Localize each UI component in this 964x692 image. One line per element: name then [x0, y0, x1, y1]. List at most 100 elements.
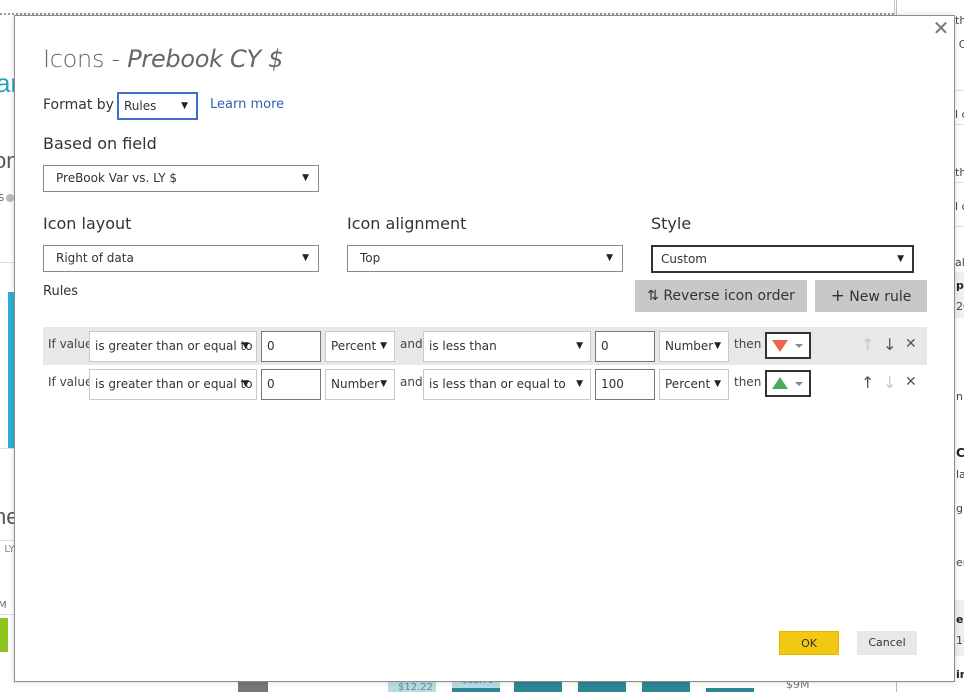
icon-alignment-value: Top: [360, 251, 381, 265]
ok-button[interactable]: OK: [779, 631, 839, 655]
icon-layout-select[interactable]: Right of data ▼: [43, 245, 319, 272]
style-value: Custom: [661, 252, 707, 266]
rule-value-2-input[interactable]: 0: [595, 331, 655, 362]
close-icon[interactable]: ✕: [931, 18, 951, 38]
right-panel-text: l c: [955, 200, 964, 213]
right-panel-text: ea: [956, 613, 964, 626]
report-divider: [0, 540, 14, 541]
icon-alignment-label: Icon alignment: [347, 214, 467, 233]
rule-value-1-input[interactable]: 0: [261, 331, 321, 362]
right-panel-text: C: [956, 446, 964, 460]
rule-value-2-input[interactable]: 100: [595, 369, 655, 400]
rule-value-1-input[interactable]: 0: [261, 369, 321, 400]
dialog-title: Icons - Prebook CY $: [43, 45, 283, 73]
right-panel-text: pt: [956, 279, 964, 292]
right-panel-text: al: [955, 256, 964, 269]
report-bar: [706, 688, 754, 692]
and-label: and: [400, 337, 423, 351]
move-up-icon[interactable]: ↑: [861, 373, 874, 392]
reverse-icon-order-label: Reverse icon order: [663, 288, 795, 304]
rule-type-2-value: Number: [665, 339, 714, 353]
chevron-down-icon: ▼: [897, 254, 904, 264]
report-divider: [0, 448, 14, 449]
rules-label: Rules: [43, 284, 79, 299]
right-panel-text: 1-: [956, 634, 964, 647]
delete-rule-icon[interactable]: ✕: [905, 336, 917, 352]
report-toggle-dot: [6, 194, 14, 202]
rule-type-1-value: Percent: [331, 339, 377, 353]
move-down-icon[interactable]: ↓: [883, 373, 896, 392]
and-label: and: [400, 375, 423, 389]
report-bar: [578, 682, 626, 692]
plus-icon: +: [830, 286, 845, 306]
rule-operator-2-value: is less than: [429, 339, 497, 353]
rule-type-1-value: Number: [331, 377, 380, 391]
right-panel-text: nn: [956, 390, 964, 403]
style-select[interactable]: Custom ▼: [651, 245, 914, 273]
move-down-icon[interactable]: ↓: [883, 335, 896, 354]
report-bar: [642, 682, 690, 692]
chevron-down-icon: [795, 382, 803, 386]
icon-layout-value: Right of data: [56, 251, 134, 265]
if-value-label: If value: [48, 337, 93, 351]
chevron-down-icon: ▼: [606, 253, 613, 263]
chevron-down-icon: ▼: [302, 253, 309, 263]
icon-alignment-select[interactable]: Top ▼: [347, 245, 623, 272]
icons-dialog: ✕ Icons - Prebook CY $ Format by Rules ▼…: [14, 15, 955, 682]
right-panel-text: th: [955, 166, 964, 179]
rule-type-1-select[interactable]: Percent ▼: [325, 331, 395, 362]
rule-type-2-select[interactable]: Percent ▼: [659, 369, 729, 400]
right-panel-text: g: [956, 502, 963, 515]
rule-operator-1-select[interactable]: is greater than or equal to ▼: [89, 369, 257, 400]
chevron-down-icon: ▼: [242, 341, 249, 351]
move-up-icon[interactable]: ↑: [861, 335, 874, 354]
report-ly-fragment: . LY: [0, 544, 15, 555]
report-divider: [0, 262, 14, 263]
learn-more-link[interactable]: Learn more: [210, 97, 284, 112]
report-green-bar: [0, 618, 8, 652]
delete-rule-icon[interactable]: ✕: [905, 374, 917, 390]
rule-operator-2-select[interactable]: is less than or equal to ▼: [423, 369, 591, 400]
chevron-down-icon: [795, 344, 803, 348]
rule-icon-picker[interactable]: [765, 370, 811, 397]
based-on-field-select[interactable]: PreBook Var vs. LY $ ▼: [43, 165, 319, 192]
chevron-down-icon: ▼: [714, 341, 721, 351]
green-up-triangle-icon: [772, 377, 788, 389]
new-rule-button[interactable]: + New rule: [815, 280, 927, 312]
rule-operator-1-select[interactable]: is greater than or equal to ▼: [89, 331, 257, 362]
rule-type-1-select[interactable]: Number ▼: [325, 369, 395, 400]
right-panel-text: in: [956, 668, 964, 681]
reverse-icon-order-button[interactable]: ⇅ Reverse icon order: [635, 280, 807, 312]
chevron-down-icon: ▼: [576, 379, 583, 389]
rule-row: If value is greater than or equal to ▼ 0…: [43, 365, 927, 403]
format-by-label: Format by: [43, 97, 114, 113]
format-by-value: Rules: [124, 99, 157, 113]
report-small-text-fragment: s: [0, 190, 5, 204]
then-label: then: [734, 375, 762, 389]
right-panel-text: er: [956, 556, 964, 569]
chevron-down-icon: ▼: [242, 379, 249, 389]
rule-type-2-value: Percent: [665, 377, 711, 391]
chevron-down-icon: ▼: [380, 341, 387, 351]
rule-icon-picker[interactable]: [765, 332, 811, 359]
rule-row: If value is greater than or equal to ▼ 0…: [43, 327, 927, 365]
format-by-select[interactable]: Rules ▼: [117, 92, 198, 120]
chevron-down-icon: ▼: [302, 173, 309, 183]
rule-operator-1-value: is greater than or equal to: [95, 339, 253, 353]
rule-type-2-select[interactable]: Number ▼: [659, 331, 729, 362]
red-down-triangle-icon: [772, 340, 788, 352]
new-rule-label: New rule: [849, 289, 912, 305]
icon-layout-label: Icon layout: [43, 214, 132, 233]
right-panel-text: th: [955, 14, 964, 27]
report-m-fragment: M: [0, 600, 7, 611]
if-value-label: If value: [48, 375, 93, 389]
chevron-down-icon: ▼: [576, 341, 583, 351]
right-panel-text: la: [956, 468, 964, 481]
rule-operator-1-value: is greater than or equal to: [95, 377, 253, 391]
chevron-down-icon: ▼: [380, 379, 387, 389]
dialog-title-prefix: Icons -: [43, 45, 128, 73]
report-divider: [894, 0, 895, 14]
cancel-button[interactable]: Cancel: [857, 631, 917, 655]
based-on-field-label: Based on field: [43, 134, 157, 153]
rule-operator-2-select[interactable]: is less than ▼: [423, 331, 591, 362]
